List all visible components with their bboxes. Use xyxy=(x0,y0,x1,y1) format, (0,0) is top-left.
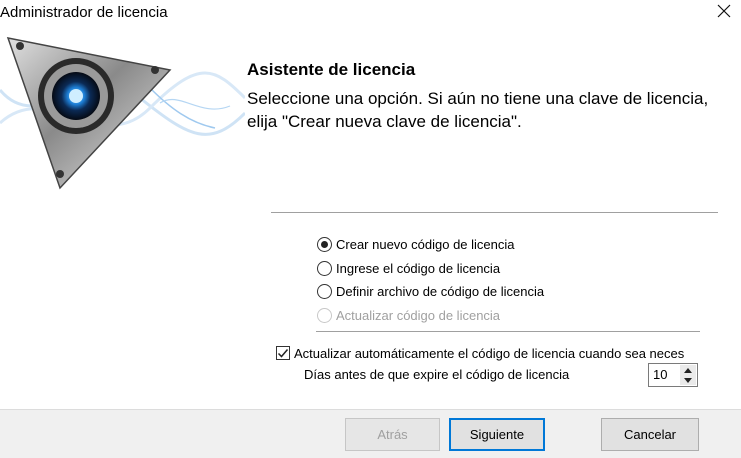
option-update-code: Actualizar código de licencia xyxy=(317,306,500,324)
close-icon xyxy=(717,4,731,23)
wizard-heading: Asistente de licencia xyxy=(247,60,416,79)
radio-button[interactable] xyxy=(317,283,332,299)
button-bar: Atrás Siguiente Cancelar xyxy=(0,409,741,458)
radio-button xyxy=(317,307,332,323)
separator xyxy=(316,331,700,332)
cancel-button[interactable]: Cancelar xyxy=(601,418,699,451)
next-button[interactable]: Siguiente xyxy=(449,418,545,451)
back-button[interactable]: Atrás xyxy=(345,418,440,451)
checkmark-icon xyxy=(277,349,289,358)
days-value[interactable]: 10 xyxy=(653,367,667,382)
window-title: Administrador de licencia xyxy=(0,4,168,21)
option-enter-code[interactable]: Ingrese el código de licencia xyxy=(317,259,500,277)
option-label: Ingrese el código de licencia xyxy=(336,260,501,276)
days-stepper[interactable]: 10 xyxy=(648,363,698,387)
arrow-up-icon xyxy=(684,367,692,373)
auto-update-checkbox[interactable] xyxy=(276,346,290,360)
license-logo xyxy=(0,28,247,198)
title-bar: Administrador de licencia xyxy=(0,0,741,28)
close-button[interactable] xyxy=(706,0,741,26)
radio-button[interactable] xyxy=(317,236,332,252)
radio-button[interactable] xyxy=(317,260,332,276)
wizard-description: Seleccione una opción. Si aún no tiene u… xyxy=(247,89,709,131)
option-label: Definir archivo de código de licencia xyxy=(336,283,545,299)
separator xyxy=(271,212,718,213)
option-create-new[interactable]: Crear nuevo código de licencia xyxy=(317,235,515,253)
option-define-file[interactable]: Definir archivo de código de licencia xyxy=(317,282,544,300)
option-label: Crear nuevo código de licencia xyxy=(336,236,515,252)
auto-update-label: Actualizar automáticamente el código de … xyxy=(294,345,685,361)
stepper-up-button[interactable] xyxy=(680,365,696,375)
arrow-down-icon xyxy=(684,377,692,383)
days-label: Días antes de que expire el código de li… xyxy=(304,367,570,382)
auto-update-checkbox-row[interactable]: Actualizar automáticamente el código de … xyxy=(276,344,684,362)
option-label: Actualizar código de licencia xyxy=(336,307,501,323)
stepper-down-button[interactable] xyxy=(680,375,696,385)
